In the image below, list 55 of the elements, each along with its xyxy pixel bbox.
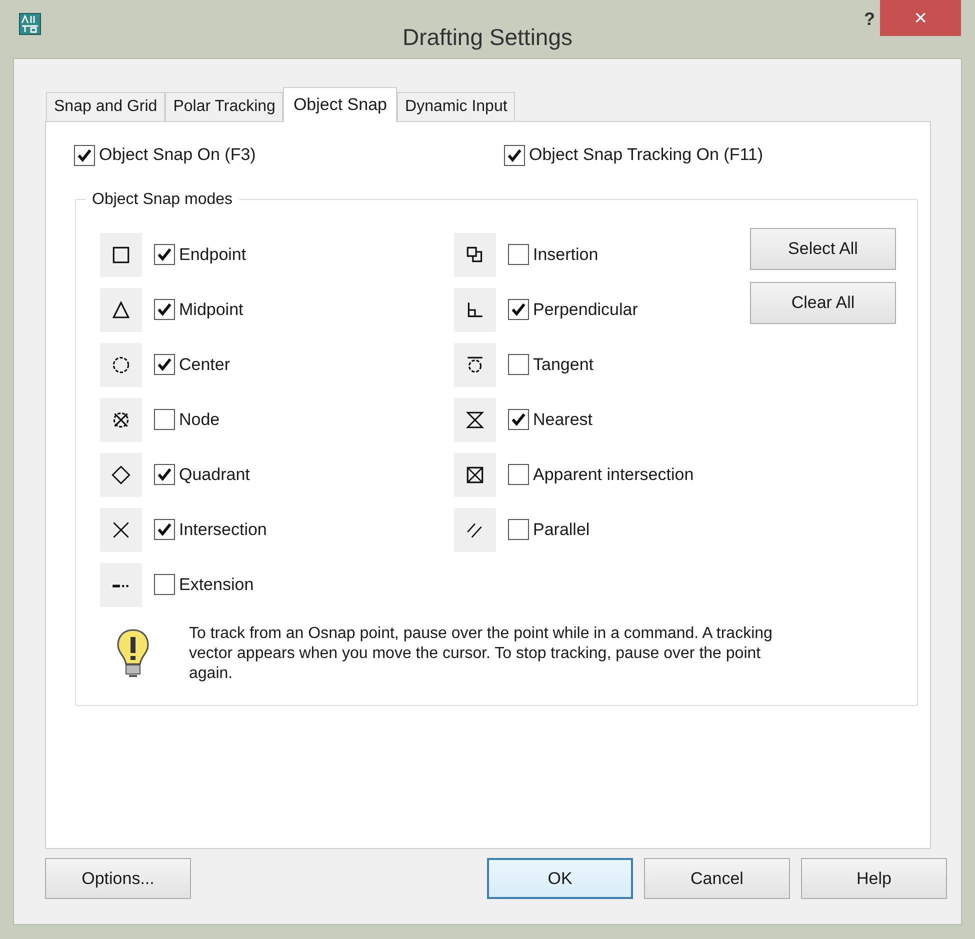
checkbox[interactable] (508, 299, 529, 320)
overlapping-squares-icon (454, 232, 496, 276)
parallel-lines-icon (454, 508, 496, 552)
checkbox[interactable] (154, 299, 175, 320)
tip-text: To track from an Osnap point, pause over the point while in a command. A tracking vector appears when you move the cursor. To stop tracking, pause over the point again. (189, 624, 774, 684)
checkbox[interactable] (508, 464, 529, 485)
checkbox-label: Object Snap On (F3) (99, 144, 256, 166)
checkbox-label: Node (179, 408, 220, 431)
dialog-button[interactable]: Cancel (644, 858, 790, 899)
checkbox[interactable] (154, 354, 175, 375)
tab[interactable]: Polar Tracking (165, 92, 284, 121)
dash-dots-icon (100, 562, 142, 606)
tab[interactable]: Object Snap (283, 87, 398, 122)
help-button[interactable]: ? (864, 6, 875, 33)
tab[interactable]: Dynamic Input (397, 92, 516, 121)
checkbox[interactable] (154, 464, 175, 485)
checkbox-label: Endpoint (179, 244, 246, 266)
checkbox[interactable] (154, 409, 175, 430)
checkbox-label: Apparent intersection (533, 464, 694, 486)
dialog-button[interactable]: Options... (45, 858, 191, 899)
tab[interactable]: Snap and Grid (46, 92, 166, 121)
checkbox-label: Object Snap Tracking On (F11) (529, 144, 764, 166)
checkbox[interactable] (154, 574, 175, 595)
checkbox[interactable] (504, 144, 525, 166)
cross-icon (100, 508, 142, 552)
boxed-cross-icon (454, 452, 496, 496)
checkbox-label: Center (179, 354, 230, 376)
checkbox[interactable] (508, 519, 529, 540)
lightbulb-icon (115, 628, 151, 680)
checkbox-label: Insertion (533, 244, 598, 266)
checkbox-label: Perpendicular (533, 298, 638, 321)
dialog-button[interactable]: Help (801, 858, 947, 899)
checkbox-label: Extension (179, 574, 254, 596)
checkbox-label: Quadrant (179, 464, 250, 486)
checkbox-label: Parallel (533, 518, 590, 541)
dialog-button[interactable]: OK (487, 858, 633, 899)
circled-cross-icon (100, 398, 142, 442)
square-icon (100, 232, 142, 276)
checkbox-label: Tangent (533, 354, 594, 376)
checkbox-label: Nearest (533, 408, 593, 431)
checkbox-label: Intersection (179, 518, 267, 541)
perpendicular-icon (454, 288, 496, 332)
checkbox[interactable] (154, 244, 175, 265)
hourglass-icon (454, 398, 496, 442)
select-all-button[interactable]: Select All (750, 228, 896, 270)
checkbox[interactable] (508, 354, 529, 375)
close-button[interactable]: × (880, 0, 961, 36)
window-title: Drafting Settings (402, 23, 573, 52)
clear-all-button[interactable]: Clear All (750, 282, 896, 324)
checkbox[interactable] (508, 244, 529, 265)
checkbox-label: Midpoint (179, 298, 244, 321)
checkbox[interactable] (154, 519, 175, 540)
app-icon (19, 13, 41, 35)
checkbox[interactable] (508, 409, 529, 430)
checkbox[interactable] (74, 144, 95, 166)
